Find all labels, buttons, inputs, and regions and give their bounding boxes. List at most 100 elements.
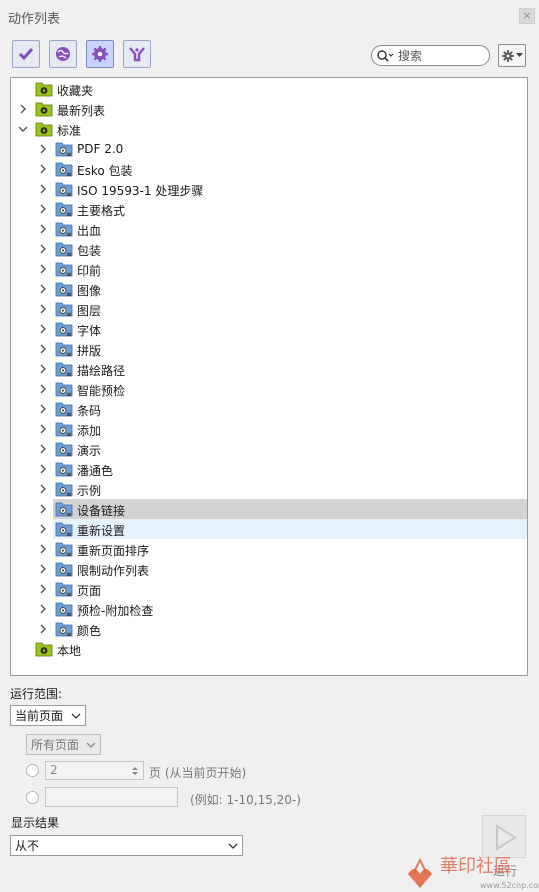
page-range-radio[interactable] bbox=[26, 791, 39, 804]
settings-menu-button[interactable] bbox=[498, 44, 526, 67]
globe-icon bbox=[56, 47, 70, 61]
chevron-right-icon[interactable] bbox=[37, 403, 49, 415]
chevron-right-icon[interactable] bbox=[37, 583, 49, 595]
chevron-down-icon bbox=[86, 742, 96, 748]
tree-item[interactable]: 演示 bbox=[11, 439, 527, 459]
gear-icon bbox=[92, 46, 108, 62]
tree-item-label: 本地 bbox=[57, 644, 82, 658]
tree-item[interactable]: Esko 包装 bbox=[11, 159, 527, 179]
folder-blue-icon bbox=[55, 322, 73, 337]
tree-item-label: 示例 bbox=[77, 484, 102, 498]
pages-count-value: 2 bbox=[50, 763, 58, 777]
tree-item-label: 添加 bbox=[77, 424, 102, 438]
tree-item[interactable]: 主要格式 bbox=[11, 199, 527, 219]
tree-item[interactable]: 条码 bbox=[11, 399, 527, 419]
pages-count-input[interactable]: 2 bbox=[45, 761, 144, 780]
pages-count-radio[interactable] bbox=[26, 764, 39, 777]
show-fixups-button[interactable] bbox=[49, 40, 77, 68]
show-checks-button[interactable] bbox=[12, 40, 40, 68]
chevron-right-icon[interactable] bbox=[37, 623, 49, 635]
chevron-right-icon[interactable] bbox=[17, 103, 29, 115]
tree-item[interactable]: 重新页面排序 bbox=[11, 539, 527, 559]
run-range-select[interactable]: 当前页面 bbox=[10, 705, 86, 726]
chevron-right-icon[interactable] bbox=[37, 323, 49, 335]
action-tree[interactable]: 收藏夹 最新列表标准 PDF 2.0 Esko 包装 ISO 19593-1 处理步骤主… bbox=[10, 77, 528, 676]
chevron-right-icon[interactable] bbox=[37, 303, 49, 315]
tree-item[interactable]: 收藏夹 bbox=[11, 79, 527, 99]
folder-green-icon bbox=[35, 102, 53, 117]
page-range-input[interactable] bbox=[45, 787, 178, 807]
chevron-right-icon[interactable] bbox=[37, 563, 49, 575]
folder-blue-icon bbox=[55, 262, 73, 277]
tree-item[interactable]: 字体 bbox=[11, 319, 527, 339]
chevron-right-icon[interactable] bbox=[37, 483, 49, 495]
chevron-right-icon[interactable] bbox=[37, 603, 49, 615]
show-processplans-button[interactable] bbox=[123, 40, 151, 68]
tree-item-label: 字体 bbox=[77, 324, 102, 338]
run-range-value: 当前页面 bbox=[15, 709, 64, 723]
chevron-right-icon[interactable] bbox=[37, 363, 49, 375]
folder-blue-icon bbox=[55, 582, 73, 597]
watermark-text: 華印社區 bbox=[440, 856, 512, 877]
filter-icon bbox=[129, 47, 145, 62]
tree-item[interactable]: 颜色 bbox=[11, 619, 527, 639]
chevron-right-icon[interactable] bbox=[37, 383, 49, 395]
chevron-right-icon[interactable] bbox=[37, 263, 49, 275]
chevron-down-icon bbox=[71, 713, 81, 719]
tree-item[interactable]: 本地 bbox=[11, 639, 527, 659]
tree-item[interactable]: 添加 bbox=[11, 419, 527, 439]
tree-item[interactable]: 图层 bbox=[11, 299, 527, 319]
show-results-value: 从不 bbox=[15, 839, 40, 853]
tree-item-label: 图像 bbox=[77, 284, 102, 298]
tree-item[interactable]: 拼版 bbox=[11, 339, 527, 359]
folder-blue-icon bbox=[55, 362, 73, 377]
chevron-down-icon[interactable] bbox=[17, 123, 29, 135]
tree-item-label: 主要格式 bbox=[77, 204, 126, 218]
tree-item[interactable]: 重新设置 bbox=[11, 519, 527, 539]
chevron-right-icon[interactable] bbox=[37, 523, 49, 535]
tree-item[interactable]: 预检-附加检查 bbox=[11, 599, 527, 619]
close-button[interactable]: × bbox=[519, 8, 535, 24]
tree-item[interactable]: 图像 bbox=[11, 279, 527, 299]
chevron-right-icon[interactable] bbox=[37, 223, 49, 235]
tree-item-label: 标准 bbox=[57, 124, 82, 138]
chevron-right-icon[interactable] bbox=[37, 343, 49, 355]
show-results-select[interactable]: 从不 bbox=[10, 835, 243, 856]
chevron-right-icon[interactable] bbox=[37, 423, 49, 435]
show-results-label: 显示结果 bbox=[11, 816, 60, 830]
tree-item[interactable]: 设备链接 bbox=[11, 499, 527, 519]
chevron-right-icon[interactable] bbox=[37, 443, 49, 455]
chevron-right-icon[interactable] bbox=[37, 503, 49, 515]
watermark-logo: 華印社區 www.52cnp.com bbox=[408, 856, 539, 890]
tree-item[interactable]: 页面 bbox=[11, 579, 527, 599]
chevron-right-icon[interactable] bbox=[37, 183, 49, 195]
tree-item[interactable]: 出血 bbox=[11, 219, 527, 239]
tree-item[interactable]: ISO 19593-1 处理步骤 bbox=[11, 179, 527, 199]
tree-item[interactable]: PDF 2.0 bbox=[11, 139, 527, 159]
tree-item[interactable]: 描绘路径 bbox=[11, 359, 527, 379]
search-input[interactable] bbox=[394, 46, 474, 65]
chevron-right-icon[interactable] bbox=[37, 283, 49, 295]
page-scope-select[interactable]: 所有页面 bbox=[26, 734, 101, 755]
tree-item[interactable]: 包装 bbox=[11, 239, 527, 259]
tree-item[interactable]: 印前 bbox=[11, 259, 527, 279]
tree-item[interactable]: 限制动作列表 bbox=[11, 559, 527, 579]
tree-item[interactable]: 最新列表 bbox=[11, 99, 527, 119]
tree-item[interactable]: 智能预检 bbox=[11, 379, 527, 399]
run-range-label: 运行范围: bbox=[10, 687, 63, 701]
chevron-right-icon[interactable] bbox=[37, 463, 49, 475]
folder-blue-icon bbox=[55, 302, 73, 317]
tree-item[interactable]: 标准 bbox=[11, 119, 527, 139]
chevron-right-icon[interactable] bbox=[37, 543, 49, 555]
tree-item[interactable]: 潘通色 bbox=[11, 459, 527, 479]
chevron-right-icon[interactable] bbox=[37, 243, 49, 255]
chevron-right-icon[interactable] bbox=[37, 203, 49, 215]
tree-item-label: Esko 包装 bbox=[77, 164, 133, 178]
tree-item[interactable]: 示例 bbox=[11, 479, 527, 499]
chevron-right-icon[interactable] bbox=[37, 163, 49, 175]
show-actions-button[interactable] bbox=[86, 40, 114, 68]
spinner-icon[interactable] bbox=[129, 764, 141, 778]
folder-blue-icon bbox=[55, 562, 73, 577]
chevron-right-icon[interactable] bbox=[37, 143, 49, 155]
tree-item-label: 页面 bbox=[77, 584, 102, 598]
